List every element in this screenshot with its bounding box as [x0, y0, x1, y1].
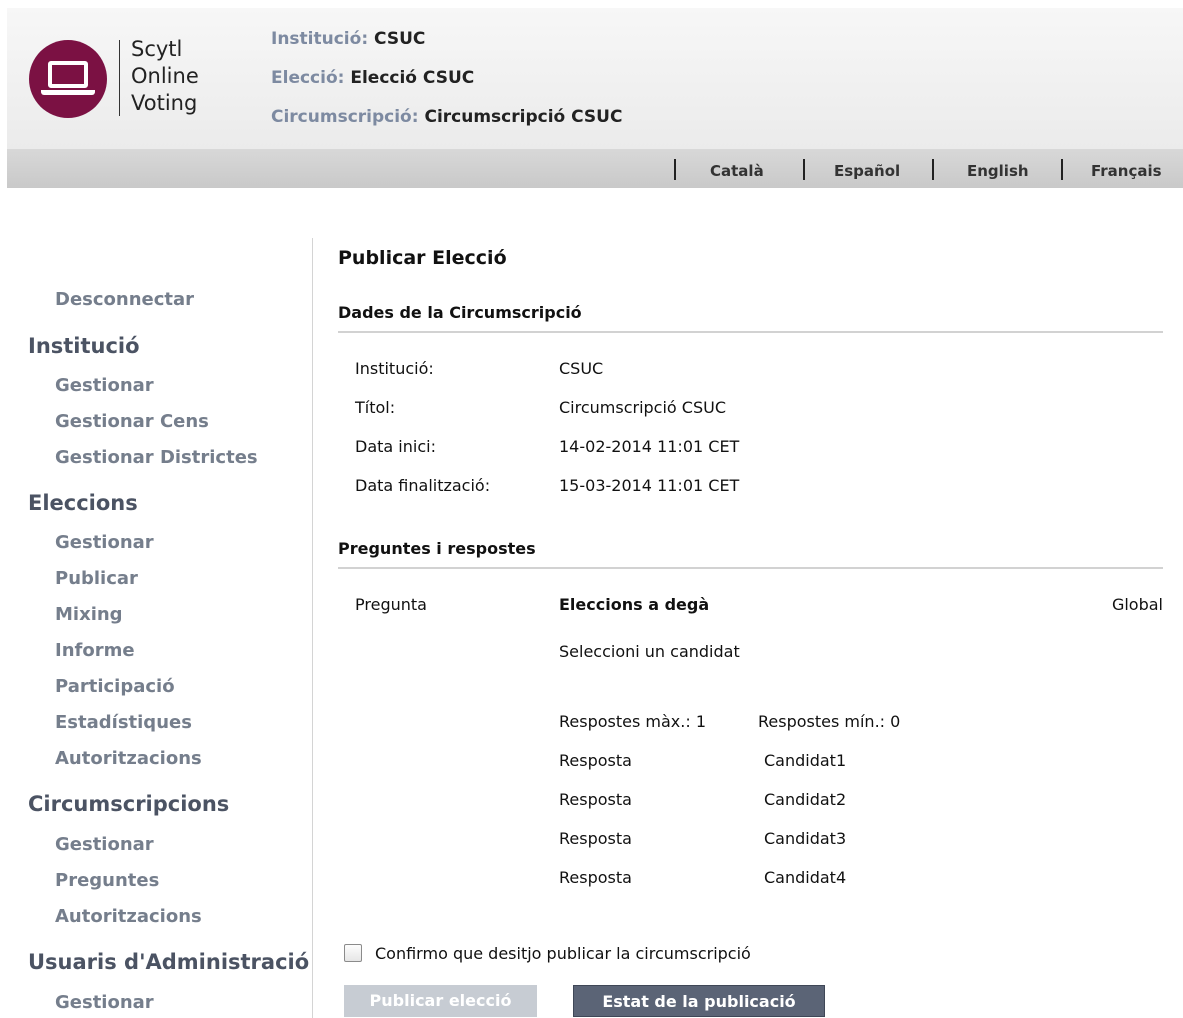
sidebar-item-elections-publish[interactable]: Publicar [55, 568, 138, 589]
lang-separator [932, 159, 934, 180]
sidebar-item-elections-manage[interactable]: Gestionar [55, 532, 154, 553]
answer-value: Candidat4 [764, 868, 847, 887]
lang-francais-link[interactable]: Français [1091, 149, 1162, 188]
sidebar-heading-institution: Institució [28, 334, 140, 358]
brand-line-2: Online [131, 64, 199, 88]
brand-line-3: Voting [131, 91, 198, 115]
field-label-start-date: Data inici: [355, 437, 436, 456]
confirm-checkbox[interactable] [344, 944, 362, 962]
header-info: Institució: CSUC Elecció: Elecció CSUC C… [271, 26, 622, 143]
institution-value: CSUC [374, 29, 426, 49]
field-value-start-date: 14-02-2014 11:01 CET [559, 437, 740, 456]
sidebar-item-elections-participation[interactable]: Participació [55, 676, 175, 697]
logout-link[interactable]: Desconnectar [55, 289, 194, 310]
answer-value: Candidat2 [764, 790, 847, 809]
publication-status-button[interactable]: Estat de la publicació [573, 985, 825, 1017]
logo-divider [119, 40, 120, 116]
field-value-institution: CSUC [559, 359, 604, 378]
question-description: Seleccioni un candidat [559, 642, 740, 661]
brand-name: Scytl Online Voting [131, 36, 199, 117]
publish-election-button[interactable]: Publicar elecció [344, 985, 537, 1017]
brand-line-1: Scytl [131, 37, 183, 61]
section-divider [338, 567, 1163, 569]
field-label-end-date: Data finalització: [355, 476, 491, 495]
sidebar-item-admin-users-manage[interactable]: Gestionar [55, 992, 154, 1013]
max-answers: Respostes màx.: 1 [559, 712, 706, 731]
sidebar-item-districts-authorizations[interactable]: Autoritzacions [55, 906, 202, 927]
question-label: Pregunta [355, 595, 427, 614]
answer-label: Resposta [559, 751, 632, 770]
laptop-icon [48, 61, 88, 88]
header: Scytl Online Voting Institució: CSUC Ele… [7, 8, 1183, 149]
field-label-title: Títol: [355, 398, 396, 417]
question-title: Eleccions a degà [559, 595, 710, 614]
min-answers: Respostes mín.: 0 [758, 712, 901, 731]
language-bar: Català Español English Français [7, 149, 1183, 188]
institution-label: Institució: [271, 29, 369, 49]
sidebar: Desconnectar Institució Gestionar Gestio… [0, 238, 313, 1018]
page-title: Publicar Elecció [338, 247, 507, 269]
lang-espanol-link[interactable]: Español [834, 149, 900, 188]
district-section-title: Dades de la Circumscripció [338, 303, 582, 322]
election-info: Elecció: Elecció CSUC [271, 65, 622, 104]
confirm-label: Confirmo que desitjo publicar la circums… [375, 943, 751, 963]
answer-label: Resposta [559, 790, 632, 809]
section-divider [338, 331, 1163, 333]
answer-value: Candidat3 [764, 829, 847, 848]
laptop-base-icon [41, 90, 95, 95]
answer-label: Resposta [559, 868, 632, 887]
district-label: Circumscripció: [271, 107, 419, 127]
field-value-end-date: 15-03-2014 11:01 CET [559, 476, 740, 495]
questions-section-title: Preguntes i respostes [338, 539, 536, 558]
sidebar-heading-elections: Eleccions [28, 491, 138, 515]
institution-info: Institució: CSUC [271, 26, 622, 65]
lang-catala-link[interactable]: Català [710, 149, 764, 188]
lang-separator [674, 159, 676, 180]
logo [29, 40, 107, 118]
sidebar-item-institution-manage[interactable]: Gestionar [55, 375, 154, 396]
sidebar-item-districts-questions[interactable]: Preguntes [55, 870, 159, 891]
question-scope: Global [1111, 595, 1163, 614]
field-value-title: Circumscripció CSUC [559, 398, 727, 417]
district-info: Circumscripció: Circumscripció CSUC [271, 104, 622, 143]
sidebar-heading-admin-users: Usuaris d'Administració [28, 950, 310, 974]
election-value: Elecció CSUC [350, 68, 475, 88]
lang-separator [803, 159, 805, 180]
field-label-institution: Institució: [355, 359, 434, 378]
sidebar-item-elections-statistics[interactable]: Estadístiques [55, 712, 192, 733]
district-value: Circumscripció CSUC [424, 107, 623, 127]
answer-label: Resposta [559, 829, 632, 848]
sidebar-item-elections-authorizations[interactable]: Autoritzacions [55, 748, 202, 769]
sidebar-item-institution-districts[interactable]: Gestionar Districtes [55, 447, 258, 468]
election-label: Elecció: [271, 68, 345, 88]
sidebar-item-districts-manage[interactable]: Gestionar [55, 834, 154, 855]
sidebar-item-institution-census[interactable]: Gestionar Cens [55, 411, 209, 432]
confirm-row: Confirmo que desitjo publicar la circums… [344, 943, 751, 963]
sidebar-item-elections-report[interactable]: Informe [55, 640, 135, 661]
lang-english-link[interactable]: English [967, 149, 1029, 188]
sidebar-item-elections-mixing[interactable]: Mixing [55, 604, 123, 625]
sidebar-heading-districts: Circumscripcions [28, 792, 230, 816]
lang-separator [1061, 159, 1063, 180]
answer-value: Candidat1 [764, 751, 847, 770]
